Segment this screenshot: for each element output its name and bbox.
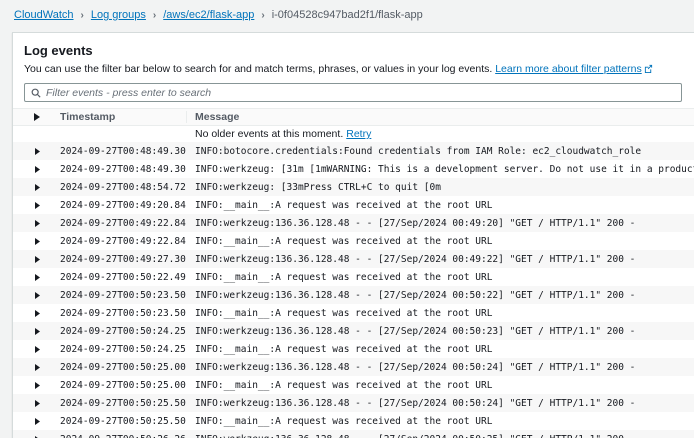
retry-link[interactable]: Retry	[346, 128, 371, 140]
external-link-icon	[644, 64, 653, 76]
row-timestamp: 2024-09-27T00:50:25.008Z	[60, 362, 186, 373]
breadcrumb-separator-icon: ›	[81, 10, 84, 21]
row-timestamp: 2024-09-27T00:50:24.256Z	[60, 326, 186, 337]
row-message: INFO:__main__:A request was received at …	[186, 380, 694, 391]
expand-row-caret-icon[interactable]	[13, 274, 60, 281]
expand-row-caret-icon[interactable]	[13, 382, 60, 389]
row-timestamp: 2024-09-27T00:50:26.260Z	[60, 434, 186, 438]
row-timestamp: 2024-09-27T00:50:24.256Z	[60, 344, 186, 355]
row-message: INFO:werkzeug: [31m [1mWARNING: This is …	[186, 164, 694, 175]
expand-row-caret-icon[interactable]	[13, 418, 60, 425]
row-message: INFO:werkzeug:136.36.128.48 - - [27/Sep/…	[186, 434, 694, 438]
log-event-row[interactable]: 2024-09-27T00:48:49.306Z INFO:werkzeug: …	[13, 160, 694, 178]
row-timestamp: 2024-09-27T00:50:23.503Z	[60, 290, 186, 301]
row-timestamp: 2024-09-27T00:50:25.008Z	[60, 380, 186, 391]
breadcrumb-separator-icon: ›	[261, 10, 264, 21]
panel-header: Log events You can use the filter bar be…	[13, 33, 694, 108]
log-event-row[interactable]: 2024-09-27T00:50:24.256Z INFO:__main__:A…	[13, 340, 694, 358]
row-timestamp: 2024-09-27T00:48:54.728Z	[60, 182, 186, 193]
expand-row-caret-icon[interactable]	[13, 400, 60, 407]
row-message: INFO:werkzeug:136.36.128.48 - - [27/Sep/…	[186, 290, 694, 301]
log-events-table: Timestamp Message No older events at thi…	[13, 108, 694, 438]
table-header-row: Timestamp Message	[13, 108, 694, 126]
breadcrumb-link[interactable]: CloudWatch	[14, 9, 74, 21]
log-event-row[interactable]: 2024-09-27T00:49:20.843Z INFO:__main__:A…	[13, 196, 694, 214]
panel-description: You can use the filter bar below to sear…	[24, 63, 682, 76]
log-event-row[interactable]: 2024-09-27T00:50:23.503Z INFO:__main__:A…	[13, 304, 694, 322]
row-message: INFO:__main__:A request was received at …	[186, 416, 694, 427]
log-event-row[interactable]: 2024-09-27T00:50:26.260Z INFO:werkzeug:1…	[13, 430, 694, 438]
filter-events-input[interactable]	[46, 84, 675, 101]
expand-row-caret-icon[interactable]	[13, 328, 60, 335]
filter-bar[interactable]	[24, 83, 682, 102]
log-rows-container: 2024-09-27T00:48:49.306Z INFO:botocore.c…	[13, 142, 694, 438]
log-event-row[interactable]: 2024-09-27T00:50:25.509Z INFO:__main__:A…	[13, 412, 694, 430]
expand-row-caret-icon[interactable]	[13, 148, 60, 155]
row-message: INFO:werkzeug:136.36.128.48 - - [27/Sep/…	[186, 362, 694, 373]
expand-row-caret-icon[interactable]	[13, 184, 60, 191]
row-timestamp: 2024-09-27T00:49:22.849Z	[60, 236, 186, 247]
log-event-row[interactable]: 2024-09-27T00:49:22.849Z INFO:__main__:A…	[13, 232, 694, 250]
breadcrumb: CloudWatch › Log groups › /aws/ec2/flask-app…	[0, 0, 694, 21]
expand-all-caret-icon[interactable]	[13, 113, 60, 121]
expand-row-caret-icon[interactable]	[13, 346, 60, 353]
log-event-row[interactable]: 2024-09-27T00:49:27.306Z INFO:werkzeug:1…	[13, 250, 694, 268]
expand-row-caret-icon[interactable]	[13, 364, 60, 371]
row-timestamp: 2024-09-27T00:49:27.306Z	[60, 254, 186, 265]
search-icon	[31, 88, 41, 98]
expand-row-caret-icon[interactable]	[13, 166, 60, 173]
row-message: INFO:botocore.credentials:Found credenti…	[186, 146, 694, 157]
row-timestamp: 2024-09-27T00:49:22.849Z	[60, 218, 186, 229]
log-event-row[interactable]: 2024-09-27T00:50:23.503Z INFO:werkzeug:1…	[13, 286, 694, 304]
expand-row-caret-icon[interactable]	[13, 220, 60, 227]
row-timestamp: 2024-09-27T00:48:49.306Z	[60, 164, 186, 175]
log-event-row[interactable]: 2024-09-27T00:50:25.509Z INFO:werkzeug:1…	[13, 394, 694, 412]
log-event-row[interactable]: 2024-09-27T00:50:25.008Z INFO:__main__:A…	[13, 376, 694, 394]
breadcrumb-current: i-0f04528c947bad2f1/flask-app	[272, 9, 423, 21]
learn-more-link[interactable]: Learn more about filter patterns	[495, 63, 642, 75]
row-message: INFO:__main__:A request was received at …	[186, 200, 694, 211]
row-message: INFO:werkzeug:136.36.128.48 - - [27/Sep/…	[186, 254, 694, 265]
row-timestamp: 2024-09-27T00:48:49.306Z	[60, 146, 186, 157]
row-message: INFO:werkzeug:136.36.128.48 - - [27/Sep/…	[186, 326, 694, 337]
expand-row-caret-icon[interactable]	[13, 238, 60, 245]
breadcrumb-separator-icon: ›	[153, 10, 156, 21]
row-message: INFO:__main__:A request was received at …	[186, 272, 694, 283]
message-column-header[interactable]: Message	[186, 111, 694, 123]
log-event-row[interactable]: 2024-09-27T00:49:22.849Z INFO:werkzeug:1…	[13, 214, 694, 232]
no-older-events-text: No older events at this moment.	[195, 128, 343, 140]
row-message: INFO:__main__:A request was received at …	[186, 344, 694, 355]
panel-description-text: You can use the filter bar below to sear…	[24, 63, 492, 75]
breadcrumb-link[interactable]: /aws/ec2/flask-app	[163, 9, 254, 21]
page-title: Log events	[24, 43, 682, 58]
row-message: INFO:werkzeug: [33mPress CTRL+C to quit …	[186, 182, 694, 193]
breadcrumb-link[interactable]: Log groups	[91, 9, 146, 21]
row-message: INFO:werkzeug:136.36.128.48 - - [27/Sep/…	[186, 398, 694, 409]
log-event-row[interactable]: 2024-09-27T00:48:54.728Z INFO:werkzeug: …	[13, 178, 694, 196]
row-timestamp: 2024-09-27T00:50:22.499Z	[60, 272, 186, 283]
row-timestamp: 2024-09-27T00:49:20.843Z	[60, 200, 186, 211]
no-older-events-row: No older events at this moment.Retry	[13, 126, 694, 142]
row-timestamp: 2024-09-27T00:50:25.509Z	[60, 416, 186, 427]
row-message: INFO:werkzeug:136.36.128.48 - - [27/Sep/…	[186, 218, 694, 229]
log-events-panel: Log events You can use the filter bar be…	[12, 32, 694, 438]
row-message: INFO:__main__:A request was received at …	[186, 308, 694, 319]
row-message: INFO:__main__:A request was received at …	[186, 236, 694, 247]
row-timestamp: 2024-09-27T00:50:23.503Z	[60, 308, 186, 319]
log-event-row[interactable]: 2024-09-27T00:50:22.499Z INFO:__main__:A…	[13, 268, 694, 286]
expand-row-caret-icon[interactable]	[13, 202, 60, 209]
log-event-row[interactable]: 2024-09-27T00:48:49.306Z INFO:botocore.c…	[13, 142, 694, 160]
log-event-row[interactable]: 2024-09-27T00:50:25.008Z INFO:werkzeug:1…	[13, 358, 694, 376]
log-event-row[interactable]: 2024-09-27T00:50:24.256Z INFO:werkzeug:1…	[13, 322, 694, 340]
timestamp-column-header[interactable]: Timestamp	[60, 111, 186, 123]
expand-row-caret-icon[interactable]	[13, 292, 60, 299]
row-timestamp: 2024-09-27T00:50:25.509Z	[60, 398, 186, 409]
expand-row-caret-icon[interactable]	[13, 256, 60, 263]
expand-row-caret-icon[interactable]	[13, 310, 60, 317]
